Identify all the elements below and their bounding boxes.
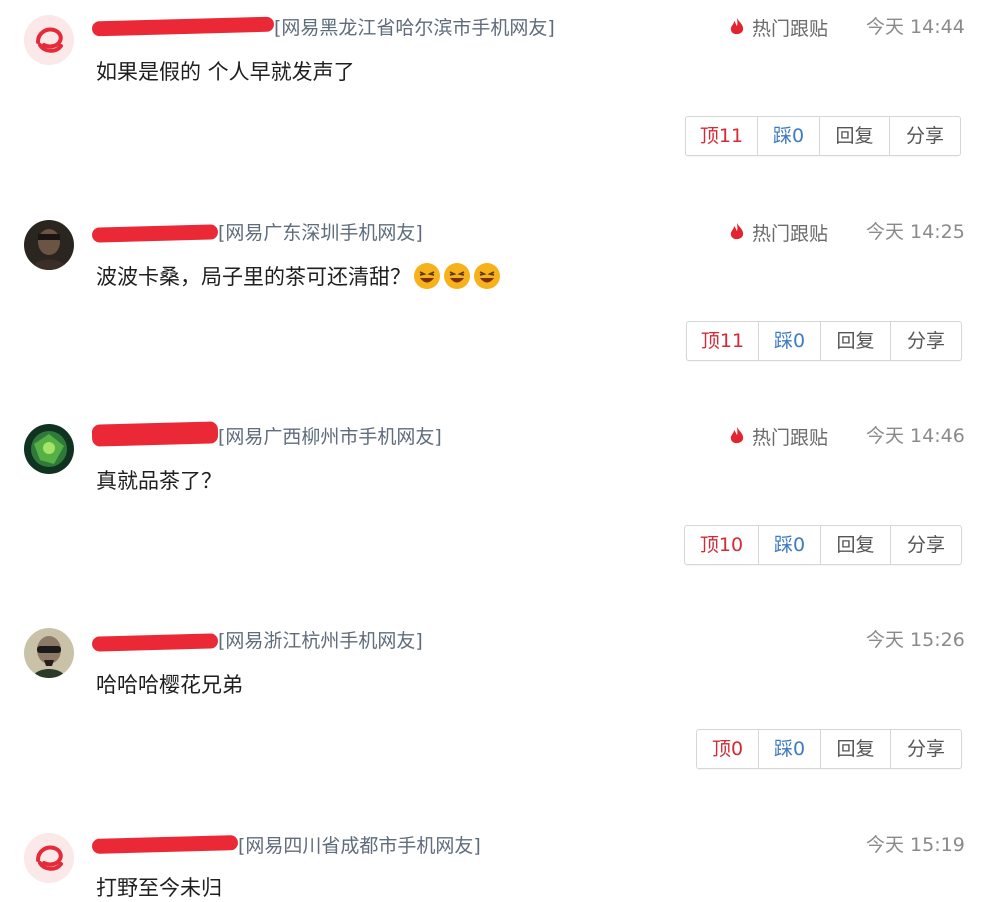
reply-button[interactable]: 回复 [820,117,890,155]
comment-text: 如果是假的 个人早就发声了 [96,60,355,84]
avatar[interactable] [24,15,74,65]
username-redacted[interactable] [91,421,219,447]
netease-logo-icon [24,15,74,65]
comment-item: [网易广西柳州市手机网友] 热门跟贴 今天 14:46 真就品茶了？ 顶10 踩… [0,409,1000,613]
comment-meta: [网易四川省成都市手机网友] [91,830,481,858]
laughing-emoji-icon [474,263,500,289]
laughing-emoji-icon [444,263,470,289]
comment-meta: [网易黑龙江省哈尔滨市手机网友] [91,12,555,40]
comment-time: 今天 15:26 [866,629,965,651]
upvote-button[interactable]: 顶10 [685,526,759,564]
share-button[interactable]: 分享 [891,526,961,564]
hot-follow-badge: 热门跟贴 [728,219,828,245]
user-location: [网易浙江杭州手机网友] [218,629,423,652]
flame-icon [730,427,744,444]
reply-button[interactable]: 回复 [821,526,891,564]
netease-logo-icon [24,833,74,883]
comment-actions: 顶11 踩0 回复 分享 [686,321,962,361]
hot-label: 热门跟贴 [752,222,829,245]
upvote-button[interactable]: 顶0 [697,730,759,768]
comment-item: [网易浙江杭州手机网友] 今天 15:26 哈哈哈樱花兄弟 顶0 踩0 回复 分… [0,613,1000,817]
comment-time: 今天 14:44 [866,16,965,38]
avatar[interactable] [24,220,74,270]
comment-text: 波波卡桑，局子里的茶可还清甜？ [96,265,411,289]
hot-label: 热门跟贴 [752,426,829,449]
flame-icon [730,223,744,240]
upvote-button[interactable]: 顶11 [687,322,759,360]
upvote-button[interactable]: 顶11 [686,117,758,155]
share-button[interactable]: 分享 [891,730,961,768]
comment-text: 打野至今未归 [96,876,222,900]
comment-text: 哈哈哈樱花兄弟 [96,673,243,697]
comment-meta: [网易广西柳州市手机网友] [91,421,442,449]
user-location: [网易四川省成都市手机网友] [238,834,481,857]
share-button[interactable]: 分享 [891,322,961,360]
user-photo-avatar [24,220,74,270]
username-redacted[interactable] [91,629,219,652]
user-location: [网易黑龙江省哈尔滨市手机网友] [274,16,555,39]
avatar[interactable] [24,628,74,678]
downvote-button[interactable]: 踩0 [759,730,821,768]
reply-button[interactable]: 回复 [821,730,891,768]
user-photo-avatar [24,628,74,678]
user-location: [网易广东深圳手机网友] [218,221,423,244]
user-location: [网易广西柳州市手机网友] [218,425,442,448]
avatar[interactable] [24,424,74,474]
downvote-button[interactable]: 踩0 [758,117,820,155]
hot-label: 热门跟贴 [752,17,829,40]
comment-item: [网易黑龙江省哈尔滨市手机网友] 热门跟贴 今天 14:44 如果是假的 个人早… [0,0,1000,204]
avatar[interactable] [24,833,74,883]
laughing-emoji-icon [414,263,440,289]
comment-actions: 顶11 踩0 回复 分享 [685,116,961,156]
downvote-button[interactable]: 踩0 [759,526,821,564]
comment-actions: 顶10 踩0 回复 分享 [684,525,962,565]
username-redacted[interactable] [91,834,239,854]
comment-meta: [网易广东深圳手机网友] [91,217,423,245]
comment-meta: [网易浙江杭州手机网友] [91,625,423,653]
username-redacted[interactable] [91,16,275,37]
comment-text-row: 波波卡桑，局子里的茶可还清甜？ [96,261,501,291]
comment-time: 今天 14:46 [866,425,965,447]
comment-time: 今天 15:19 [866,834,965,856]
hot-follow-badge: 热门跟贴 [728,423,828,449]
username-redacted[interactable] [91,221,219,243]
downvote-button[interactable]: 踩0 [759,322,821,360]
comment-actions: 顶0 踩0 回复 分享 [696,729,962,769]
comment-time: 今天 14:25 [866,221,965,243]
hot-follow-badge: 热门跟贴 [728,14,828,40]
user-photo-avatar [24,424,74,474]
reply-button[interactable]: 回复 [821,322,891,360]
comment-item: [网易广东深圳手机网友] 热门跟贴 今天 14:25 波波卡桑，局子里的茶可还清… [0,205,1000,409]
flame-icon [730,18,744,35]
comment-text: 真就品茶了？ [96,469,222,493]
share-button[interactable]: 分享 [890,117,960,155]
comment-item: [网易四川省成都市手机网友] 今天 15:19 打野至今未归 [0,818,1000,900]
